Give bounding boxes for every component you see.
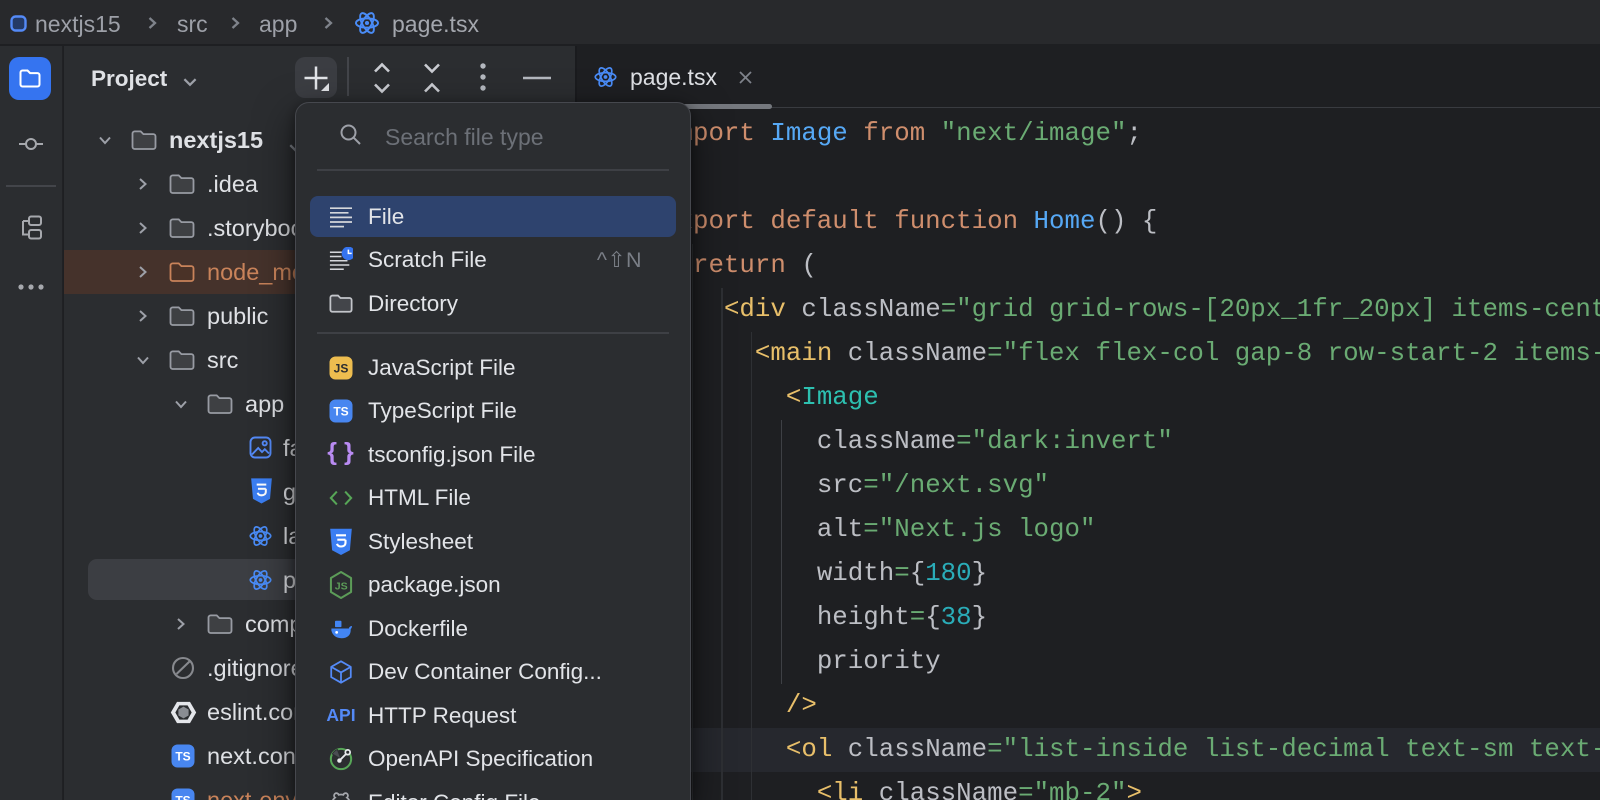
svg-text:JS: JS [335, 580, 348, 592]
svg-text:TS: TS [333, 405, 348, 419]
svg-text:JS: JS [334, 361, 349, 375]
svg-text:TS: TS [175, 750, 190, 764]
svg-text:TS: TS [175, 794, 190, 800]
